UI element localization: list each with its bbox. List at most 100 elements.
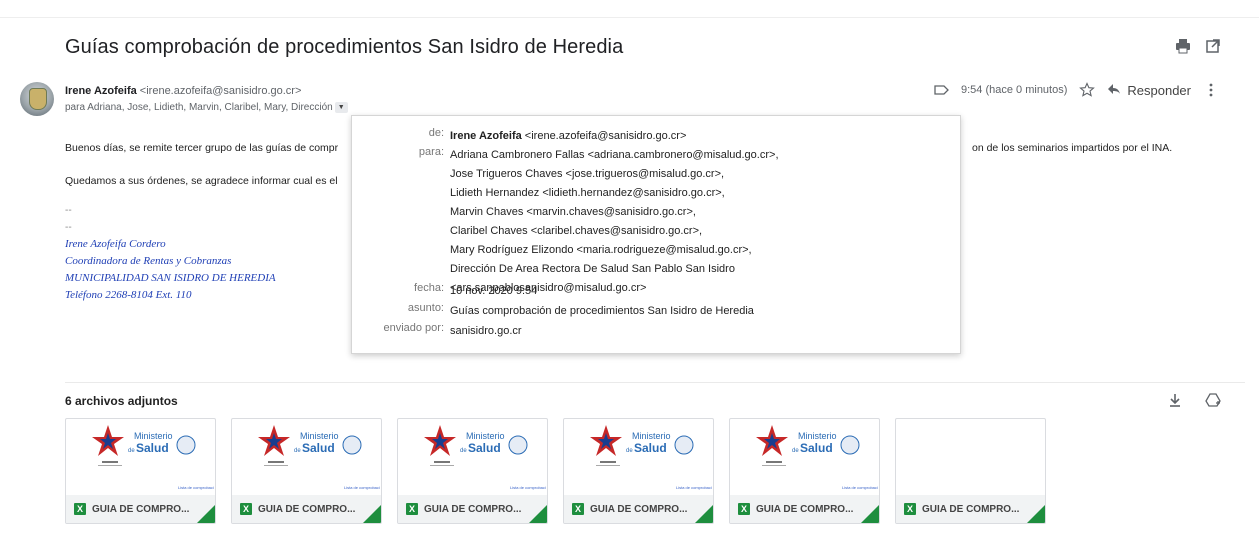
message-time: 9:54 (hace 0 minutos) xyxy=(961,84,1068,96)
reply-icon xyxy=(1107,83,1121,98)
signature-phone: Teléfono 2268-8104 Ext. 110 xyxy=(65,289,192,301)
sender-details-popup: de: Irene Azofeifa <irene.azofeifa@sanis… xyxy=(351,115,961,354)
popup-subject: Guías comprobación de procedimientos San… xyxy=(450,305,754,317)
thumb-ministerio: Ministerio xyxy=(300,431,339,441)
thumb-salud: Salud xyxy=(302,441,335,455)
thumb-de: de xyxy=(626,448,633,454)
sender-name[interactable]: Irene Azofeifa xyxy=(65,85,137,97)
thumb-ministerio: Ministerio xyxy=(134,431,173,441)
signature-block: Irene Azofeifa Cordero Coordinadora de R… xyxy=(65,236,276,304)
attachment-corner xyxy=(529,505,547,523)
attachment-card[interactable]: Ministerio de Salud Lista de comprobaci … xyxy=(231,418,382,524)
attachment-corner xyxy=(197,505,215,523)
thumb-de: de xyxy=(792,448,799,454)
excel-icon: X xyxy=(572,503,584,515)
popup-subject-row: asunto: Guías comprobación de procedimie… xyxy=(352,302,754,321)
reply-button[interactable]: Responder xyxy=(1107,83,1191,98)
ministerio-salud-logo: Ministerio de Salud Lista de comprobaci xyxy=(590,425,712,490)
attachment-caption: X GUIA DE COMPRO... xyxy=(398,495,547,523)
attachment-card[interactable]: Ministerio de Salud Lista de comprobaci … xyxy=(65,418,216,524)
print-icon[interactable] xyxy=(1175,38,1191,54)
popup-to-line: Marvin Chaves <marvin.chaves@sanisidro.g… xyxy=(450,206,696,218)
popup-sentby: sanisidro.go.cr xyxy=(450,325,522,337)
popup-from-name: Irene Azofeifa xyxy=(450,130,522,142)
popup-to-label: para: xyxy=(418,146,444,158)
popup-date: 10 nov. 2020 9:54 xyxy=(450,285,538,297)
attachment-thumbnail: Ministerio de Salud Lista de comprobaci xyxy=(398,419,547,495)
attachments-actions xyxy=(1167,392,1221,408)
attachments-list: Ministerio de Salud Lista de comprobaci … xyxy=(65,418,1046,524)
ministerio-salud-logo: Ministerio de Salud Lista de comprobaci xyxy=(92,425,214,490)
sender-email: <irene.azofeifa@sanisidro.go.cr> xyxy=(139,85,302,97)
popup-sentby-row: enviado por: sanisidro.go.cr xyxy=(352,322,522,341)
popup-date-label: fecha: xyxy=(414,282,444,294)
header-actions xyxy=(1175,38,1221,54)
popup-to-line: Lidieth Hernandez <lidieth.hernandez@san… xyxy=(450,187,725,199)
thumb-de: de xyxy=(460,448,467,454)
popup-to-line: Mary Rodríguez Elizondo <maria.rodriguez… xyxy=(450,244,752,256)
thumb-salud: Salud xyxy=(634,441,667,455)
ministerio-salud-logo: Ministerio de Salud Lista de comprobaci xyxy=(258,425,380,490)
signature-separator: -- xyxy=(65,205,72,216)
attachments-title: 6 archivos adjuntos xyxy=(65,394,178,408)
reply-label: Responder xyxy=(1127,82,1191,98)
more-options-icon[interactable] xyxy=(1203,82,1219,98)
popup-from-row: de: Irene Azofeifa <irene.azofeifa@sanis… xyxy=(352,127,687,146)
popup-sentby-label: enviado por: xyxy=(383,322,444,334)
thumb-ministerio: Ministerio xyxy=(632,431,671,441)
attachment-caption: X GUIA DE COMPRO... xyxy=(66,495,215,523)
popup-to-line: Dirección De Area Rectora De Salud San P… xyxy=(450,263,735,275)
attachment-name: GUIA DE COMPRO... xyxy=(424,503,522,515)
thumb-de: de xyxy=(128,448,135,454)
attachment-thumbnail: Ministerio de Salud Lista de comprobaci xyxy=(66,419,215,495)
attachment-card[interactable]: X GUIA DE COMPRO... xyxy=(895,418,1046,524)
excel-icon: X xyxy=(738,503,750,515)
attachment-caption: X GUIA DE COMPRO... xyxy=(896,495,1045,523)
thumb-ministerio: Ministerio xyxy=(466,431,505,441)
excel-icon: X xyxy=(74,503,86,515)
attachment-name: GUIA DE COMPRO... xyxy=(756,503,854,515)
sender-line: Irene Azofeifa <irene.azofeifa@sanisidro… xyxy=(65,85,301,97)
attachment-card[interactable]: Ministerio de Salud Lista de comprobaci … xyxy=(729,418,880,524)
download-all-icon[interactable] xyxy=(1167,392,1183,408)
popup-subject-label: asunto: xyxy=(407,302,444,314)
chevron-down-icon: ▼ xyxy=(337,104,345,111)
email-subject: Guías comprobación de procedimientos San… xyxy=(65,36,624,58)
attachment-card[interactable]: Ministerio de Salud Lista de comprobaci … xyxy=(397,418,548,524)
attachment-caption: X GUIA DE COMPRO... xyxy=(564,495,713,523)
save-to-drive-icon[interactable] xyxy=(1205,392,1221,408)
popup-from-email: <irene.azofeifa@sanisidro.go.cr> xyxy=(524,130,687,142)
attachment-caption: X GUIA DE COMPRO... xyxy=(730,495,879,523)
recipients-line: para Adriana, Jose, Lidieth, Marvin, Cla… xyxy=(65,102,348,113)
attachment-name: GUIA DE COMPRO... xyxy=(258,503,356,515)
popup-to-line: Adriana Cambronero Fallas <adriana.cambr… xyxy=(450,149,779,161)
thumb-tiny-text: Lista de comprobaci xyxy=(842,485,878,490)
attachment-thumbnail: Ministerio de Salud Lista de comprobaci xyxy=(564,419,713,495)
recipients-text: para Adriana, Jose, Lidieth, Marvin, Cla… xyxy=(65,102,333,113)
excel-icon: X xyxy=(904,503,916,515)
thumb-ministerio: Ministerio xyxy=(798,431,837,441)
excel-icon: X xyxy=(406,503,418,515)
popup-date-row: fecha: 10 nov. 2020 9:54 xyxy=(352,282,537,301)
thumb-salud: Salud xyxy=(468,441,501,455)
open-new-window-icon[interactable] xyxy=(1205,38,1221,54)
attachment-name: GUIA DE COMPRO... xyxy=(922,503,1020,515)
signature-separator-2: -- xyxy=(65,222,72,233)
attachments-divider xyxy=(65,382,1245,383)
star-icon[interactable] xyxy=(1079,82,1096,98)
sender-avatar xyxy=(20,82,54,116)
ministerio-salud-logo: Ministerio de Salud Lista de comprobaci xyxy=(756,425,878,490)
attachment-corner xyxy=(1027,505,1045,523)
thumb-tiny-text: Lista de comprobaci xyxy=(676,485,712,490)
thumb-salud: Salud xyxy=(136,441,169,455)
attachment-card[interactable]: Ministerio de Salud Lista de comprobaci … xyxy=(563,418,714,524)
attachment-corner xyxy=(363,505,381,523)
signature-name: Irene Azofeifa Cordero xyxy=(65,238,166,250)
body-line-1: Buenos días, se remite tercer grupo de l… xyxy=(65,142,339,154)
thumb-salud: Salud xyxy=(800,441,833,455)
label-icon xyxy=(933,82,949,98)
show-details-dropdown[interactable]: ▼ xyxy=(334,102,348,113)
thumb-tiny-text: Lista de comprobaci xyxy=(178,485,214,490)
message-meta: 9:54 (hace 0 minutos) Responder xyxy=(933,82,1219,98)
popup-from-label: de: xyxy=(428,127,444,139)
